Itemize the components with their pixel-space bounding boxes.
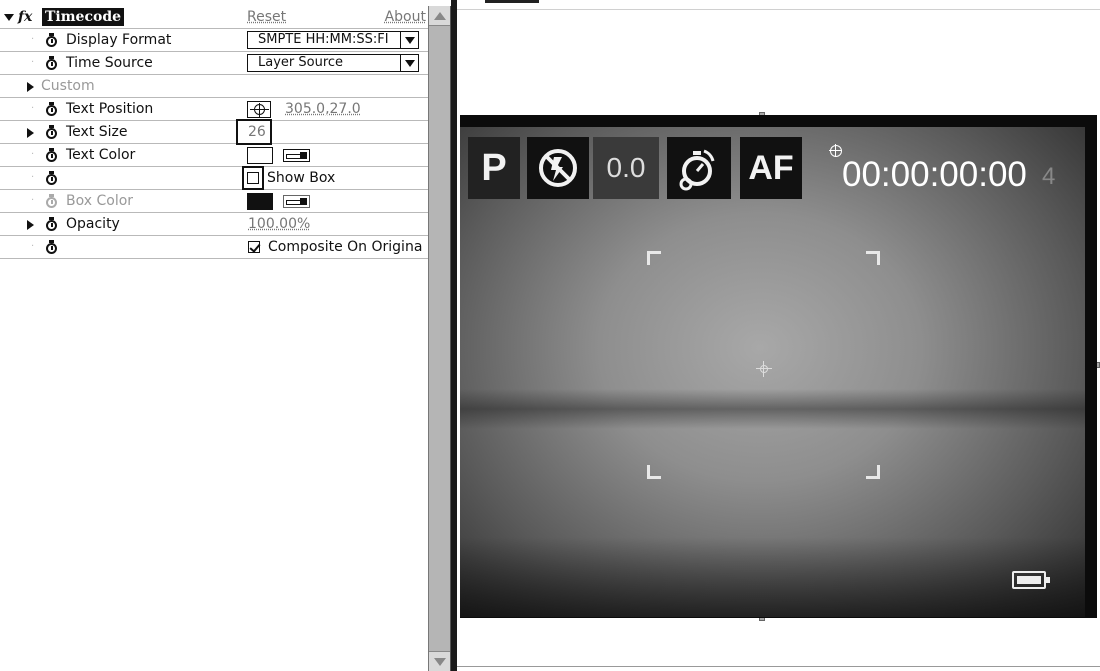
scroll-up-arrow-icon[interactable]	[429, 6, 450, 26]
horizon-band	[460, 389, 1085, 429]
chevron-down-icon[interactable]	[400, 32, 418, 48]
reset-link[interactable]: Reset	[247, 6, 286, 28]
opacity-value[interactable]: 100.00%	[248, 213, 310, 235]
bottom-shade	[460, 537, 1085, 617]
composite-label: Composite On Origina	[268, 239, 423, 255]
expand-triangle-icon[interactable]	[4, 14, 14, 21]
viewer-bottom-border	[457, 666, 1100, 667]
display-format-row: · Display Format SMPTE HH:MM:SS:FI	[0, 29, 428, 52]
display-format-label: Display Format	[66, 32, 172, 48]
row-dot: ·	[31, 241, 35, 252]
composition-viewer: P 0.0 AF 00:00:00:00 4	[457, 0, 1100, 671]
composite-checkbox[interactable]	[248, 241, 260, 253]
time-source-value: Layer Source	[258, 55, 344, 70]
stopwatch-icon[interactable]	[45, 56, 59, 70]
stopwatch-icon[interactable]	[45, 217, 59, 231]
autofocus-indicator: AF	[740, 137, 802, 199]
eyedropper-icon	[283, 195, 310, 208]
about-link[interactable]: About	[385, 6, 426, 28]
display-format-dropdown[interactable]: SMPTE HH:MM:SS:FI	[247, 31, 419, 49]
text-size-row: Text Size 26	[0, 119, 428, 145]
opacity-label: Opacity	[66, 216, 120, 232]
crosshair-icon	[756, 361, 772, 377]
stopwatch-icon[interactable]	[45, 148, 59, 162]
viewer-tab-indicator[interactable]	[485, 0, 539, 3]
box-color-label: Box Color	[66, 193, 134, 209]
text-color-swatch[interactable]	[247, 147, 273, 164]
stopwatch-icon[interactable]	[45, 171, 59, 185]
stopwatch-icon	[45, 194, 59, 208]
timecode-anchor-icon[interactable]	[829, 144, 842, 157]
text-color-row: · Text Color	[0, 144, 428, 167]
eyedropper-icon[interactable]	[283, 149, 310, 162]
text-color-label: Text Color	[66, 147, 136, 163]
composite-row: · Composite On Origina	[0, 236, 428, 259]
stopwatch-icon[interactable]	[45, 33, 59, 47]
show-box-label: Show Box	[267, 170, 336, 186]
custom-label: Custom	[41, 78, 95, 94]
time-source-dropdown[interactable]: Layer Source	[247, 54, 419, 72]
vertical-scrollbar[interactable]	[428, 6, 451, 671]
box-color-row: · Box Color	[0, 190, 428, 213]
row-dot: ·	[31, 57, 35, 68]
effect-header-row: fx Timecode Reset About	[0, 6, 428, 29]
scroll-down-arrow-icon[interactable]	[429, 651, 450, 671]
row-dot: ·	[31, 103, 35, 114]
row-dot: ·	[31, 34, 35, 45]
effect-controls-panel: fx Timecode Reset About · Display Format…	[0, 0, 428, 671]
frame-edge	[1085, 115, 1097, 618]
fx-icon[interactable]: fx	[18, 9, 40, 25]
viewer-top-border	[457, 9, 1100, 10]
focus-corner	[647, 465, 661, 479]
time-source-label: Time Source	[66, 55, 153, 71]
position-target-icon[interactable]	[247, 101, 271, 118]
effect-name[interactable]: Timecode	[42, 8, 125, 26]
row-dot: ·	[31, 195, 35, 206]
stopwatch-icon[interactable]	[45, 240, 59, 254]
time-source-row: · Time Source Layer Source	[0, 52, 428, 75]
self-timer-icon	[667, 137, 731, 199]
text-size-label: Text Size	[66, 124, 128, 140]
chevron-down-icon[interactable]	[400, 55, 418, 71]
shooting-mode-icon: P	[468, 137, 520, 199]
text-position-row: · Text Position 305.0,27.0	[0, 98, 428, 121]
text-size-input[interactable]: 26	[236, 119, 272, 145]
no-flash-icon	[527, 137, 589, 199]
display-format-value: SMPTE HH:MM:SS:FI	[258, 32, 389, 47]
focus-corner	[647, 251, 661, 265]
expand-triangle-icon[interactable]	[27, 220, 34, 230]
row-dot: ·	[31, 172, 35, 183]
expand-triangle-icon[interactable]	[27, 82, 34, 92]
exposure-compensation: 0.0	[593, 137, 659, 199]
timecode-text[interactable]: 00:00:00:00	[842, 155, 1027, 195]
show-box-row: · Show Box	[0, 166, 428, 190]
battery-icon	[1012, 571, 1050, 589]
timecode-extra-digit: 4	[1042, 163, 1056, 190]
box-color-swatch	[247, 193, 273, 210]
focus-corner	[866, 251, 880, 265]
custom-group-row: Custom	[0, 75, 428, 98]
expand-triangle-icon[interactable]	[27, 128, 34, 138]
camera-screen-image	[460, 127, 1085, 617]
video-frame[interactable]: P 0.0 AF 00:00:00:00 4	[460, 115, 1097, 618]
opacity-row: Opacity 100.00%	[0, 213, 428, 236]
focus-corner	[866, 465, 880, 479]
show-box-checkbox[interactable]	[247, 172, 259, 184]
text-position-value[interactable]: 305.0,27.0	[285, 98, 361, 120]
stopwatch-icon[interactable]	[45, 125, 59, 139]
stopwatch-icon[interactable]	[45, 102, 59, 116]
row-dot: ·	[31, 149, 35, 160]
text-position-label: Text Position	[66, 101, 154, 117]
